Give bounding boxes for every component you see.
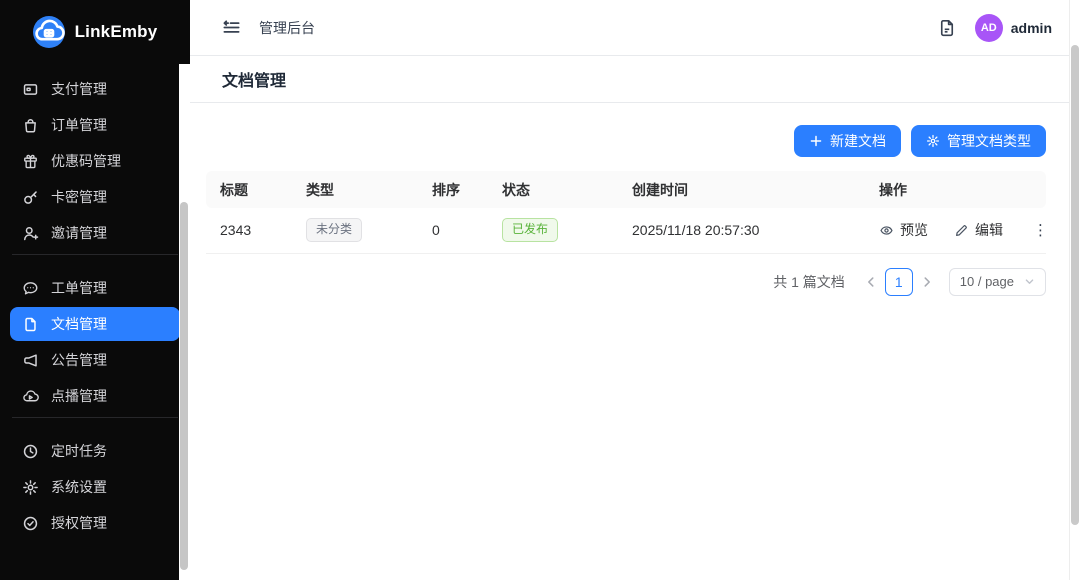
page-title: 文档管理	[222, 67, 286, 91]
sidebar-scrollbar[interactable]	[179, 64, 190, 580]
new-document-label: 新建文档	[830, 131, 886, 151]
sidebar-item-label: 卡密管理	[51, 187, 107, 207]
page-scrollbar[interactable]	[1069, 0, 1080, 580]
chevron-down-icon	[1024, 276, 1035, 287]
table-header-row: 标题 类型 排序 状态 创建时间 操作	[206, 171, 1046, 208]
sidebar-item-coupons[interactable]: 优惠码管理	[10, 144, 180, 178]
type-badge: 未分类	[306, 218, 362, 242]
linkemby-cloud-logo-icon	[33, 16, 65, 48]
gear-icon	[926, 134, 940, 148]
sidebar-item-label: 支付管理	[51, 79, 107, 99]
sidebar-item-payment[interactable]: 支付管理	[10, 72, 180, 106]
pagination-total: 共 1 篇文档	[773, 272, 845, 292]
main-area: 管理后台 AD admin 文档管理 新建文档	[190, 0, 1080, 580]
edit-button[interactable]: 编辑	[954, 220, 1003, 240]
cell-type: 未分类	[292, 208, 418, 253]
sidebar-item-orders[interactable]: 订单管理	[10, 108, 180, 142]
sidebar-scrollbar-thumb[interactable]	[180, 202, 188, 570]
sidebar-item-label: 订单管理	[51, 115, 107, 135]
header-title: 管理后台	[259, 18, 315, 38]
sidebar-item-label: 优惠码管理	[51, 151, 121, 171]
plus-icon	[809, 134, 823, 148]
top-header: 管理后台 AD admin	[190, 0, 1080, 56]
page-size-value: 10 / page	[960, 274, 1014, 289]
sidebar-item-label: 系统设置	[51, 477, 107, 497]
sidebar-nav: 支付管理 订单管理 优惠码管理	[0, 64, 190, 542]
cell-sort: 0	[418, 208, 488, 253]
manage-doc-types-label: 管理文档类型	[947, 131, 1031, 151]
documents-table: 标题 类型 排序 状态 创建时间 操作 2343 未分类 0 已发布	[206, 171, 1046, 254]
more-actions-icon[interactable]: ⋮	[1029, 221, 1052, 240]
column-sort: 排序	[418, 171, 488, 208]
sidebar-fold-icon[interactable]	[222, 18, 241, 37]
page-number-button[interactable]: 1	[885, 268, 913, 296]
table-row: 2343 未分类 0 已发布 2025/11/18 20:57:30	[206, 208, 1046, 253]
sidebar: LinkEmby 支付管理 订单管理	[0, 0, 190, 580]
docs-file-icon[interactable]	[937, 18, 957, 38]
sidebar-item-documents[interactable]: 文档管理	[10, 307, 180, 341]
sidebar-item-label: 点播管理	[51, 386, 107, 406]
pencil-icon	[954, 223, 969, 238]
brand-name: LinkEmby	[75, 22, 158, 42]
sidebar-item-label: 定时任务	[51, 441, 107, 461]
edit-label: 编辑	[975, 220, 1003, 240]
cell-actions: 预览 编辑 ⋮	[865, 208, 1046, 253]
content: 新建文档 管理文档类型 标题 类型	[190, 103, 1080, 296]
pagination: 共 1 篇文档 1 10 / page	[206, 268, 1046, 296]
timer-clock-icon	[22, 443, 39, 460]
sidebar-divider	[12, 417, 178, 418]
sidebar-item-licenses[interactable]: 授权管理	[10, 506, 180, 540]
cell-status: 已发布	[488, 208, 618, 253]
ticket-chat-icon	[22, 280, 39, 297]
next-page-icon[interactable]	[920, 275, 934, 289]
sidebar-item-tickets[interactable]: 工单管理	[10, 271, 180, 305]
card-key-icon	[22, 189, 39, 206]
sidebar-item-scheduled-tasks[interactable]: 定时任务	[10, 434, 180, 468]
page-size-select[interactable]: 10 / page	[949, 268, 1046, 296]
sidebar-item-announcements[interactable]: 公告管理	[10, 343, 180, 377]
preview-button[interactable]: 预览	[879, 220, 928, 240]
vod-cloud-icon	[22, 388, 39, 405]
license-check-icon	[22, 515, 39, 532]
page-scrollbar-thumb[interactable]	[1071, 45, 1079, 525]
avatar[interactable]: AD	[975, 14, 1003, 42]
document-icon	[22, 316, 39, 333]
sidebar-item-label: 公告管理	[51, 350, 107, 370]
announcement-megaphone-icon	[22, 352, 39, 369]
status-badge: 已发布	[502, 218, 558, 242]
invite-user-plus-icon	[22, 225, 39, 242]
preview-label: 预览	[900, 220, 928, 240]
cell-title: 2343	[206, 208, 292, 253]
sidebar-item-card-keys[interactable]: 卡密管理	[10, 180, 180, 214]
prev-page-icon[interactable]	[864, 275, 878, 289]
sidebar-item-label: 授权管理	[51, 513, 107, 533]
order-bag-icon	[22, 117, 39, 134]
coupon-gift-icon	[22, 153, 39, 170]
column-created-at: 创建时间	[618, 171, 865, 208]
sidebar-item-invitations[interactable]: 邀请管理	[10, 216, 180, 250]
cell-created-at: 2025/11/18 20:57:30	[618, 208, 865, 253]
column-type: 类型	[292, 171, 418, 208]
column-title: 标题	[206, 171, 292, 208]
manage-doc-types-button[interactable]: 管理文档类型	[911, 125, 1046, 157]
payment-card-icon	[22, 81, 39, 98]
column-actions: 操作	[865, 171, 1046, 208]
user-name[interactable]: admin	[1011, 20, 1052, 36]
sidebar-item-system-settings[interactable]: 系统设置	[10, 470, 180, 504]
sidebar-divider	[12, 254, 178, 255]
sidebar-item-label: 文档管理	[51, 314, 107, 334]
page-title-bar: 文档管理	[190, 56, 1080, 103]
sidebar-item-label: 工单管理	[51, 278, 107, 298]
new-document-button[interactable]: 新建文档	[794, 125, 901, 157]
column-status: 状态	[488, 171, 618, 208]
toolbar: 新建文档 管理文档类型	[206, 125, 1046, 157]
sidebar-item-vod[interactable]: 点播管理	[10, 379, 180, 413]
brand-logo[interactable]: LinkEmby	[0, 0, 190, 64]
eye-icon	[879, 223, 894, 238]
settings-gear-icon	[22, 479, 39, 496]
sidebar-item-label: 邀请管理	[51, 223, 107, 243]
